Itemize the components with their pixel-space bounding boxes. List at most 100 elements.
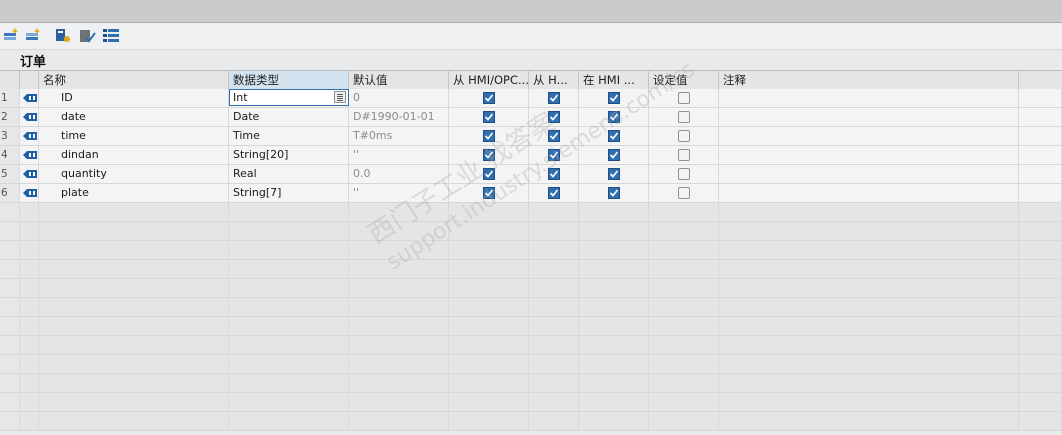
hmi-opc-checkbox[interactable] [483, 168, 495, 180]
datatype-editor[interactable]: Int [229, 89, 349, 106]
hmi-opc-checkbox[interactable] [483, 111, 495, 123]
filler-cell [1019, 127, 1062, 145]
name-cell[interactable]: dindan [39, 146, 229, 164]
from-h-cell [529, 127, 579, 145]
from-h-checkbox[interactable] [548, 168, 560, 180]
from-h-checkbox[interactable] [548, 92, 560, 104]
table-row[interactable]: 3 time Time T#0ms [0, 127, 1062, 146]
name-cell[interactable]: quantity [39, 165, 229, 183]
hmi-opc-checkbox[interactable] [483, 187, 495, 199]
name-cell[interactable]: ID [39, 89, 229, 107]
empty-row[interactable] [0, 241, 1062, 260]
default-cell[interactable]: 0.0 [349, 165, 449, 183]
name-cell[interactable]: date [39, 108, 229, 126]
empty-cell [529, 298, 579, 316]
header-name[interactable]: 名称 [39, 71, 229, 89]
table-row[interactable]: 6 plate String[7] '' [0, 184, 1062, 203]
expand-all-icon[interactable] [54, 27, 72, 45]
datatype-value: Int [233, 91, 248, 104]
from-h-checkbox[interactable] [548, 130, 560, 142]
empty-cell [719, 393, 1019, 411]
empty-row[interactable] [0, 374, 1062, 393]
empty-row[interactable] [0, 222, 1062, 241]
from-h-checkbox[interactable] [548, 111, 560, 123]
table-row[interactable]: 4 dindan String[20] '' [0, 146, 1062, 165]
list-dropdown-icon[interactable] [334, 91, 346, 103]
default-cell[interactable]: 0 [349, 89, 449, 107]
hmi-opc-cell [449, 146, 529, 164]
comment-cell[interactable] [719, 127, 1019, 145]
empty-cell [39, 393, 229, 411]
hmi-opc-checkbox[interactable] [483, 149, 495, 161]
add-row-icon[interactable] [24, 27, 42, 45]
empty-cell [349, 412, 449, 430]
empty-cell [39, 203, 229, 221]
setpoint-checkbox[interactable] [678, 111, 690, 123]
empty-cell [1019, 336, 1062, 354]
header-hmi-opc[interactable]: 从 HMI/OPC... [449, 71, 529, 89]
from-h-checkbox[interactable] [548, 149, 560, 161]
empty-row[interactable] [0, 279, 1062, 298]
name-cell[interactable]: time [39, 127, 229, 145]
setpoint-checkbox[interactable] [678, 187, 690, 199]
empty-cell [229, 298, 349, 316]
setpoint-checkbox[interactable] [678, 149, 690, 161]
name-cell[interactable]: plate [39, 184, 229, 202]
empty-cell [1019, 412, 1062, 430]
datatype-cell[interactable]: String[7] [229, 184, 349, 202]
tag-icon [23, 130, 37, 145]
datatype-cell[interactable]: Int [229, 89, 349, 107]
insert-row-icon[interactable] [2, 27, 20, 45]
setpoint-checkbox[interactable] [678, 130, 690, 142]
in-hmi-checkbox[interactable] [608, 168, 620, 180]
empty-cell [579, 374, 649, 392]
empty-cell [20, 336, 39, 354]
header-datatype[interactable]: 数据类型 [229, 71, 349, 89]
hmi-opc-checkbox[interactable] [483, 92, 495, 104]
empty-row[interactable] [0, 336, 1062, 355]
empty-row[interactable] [0, 393, 1062, 412]
header-comment[interactable]: 注释 [719, 71, 1019, 89]
empty-row[interactable] [0, 355, 1062, 374]
datatype-cell[interactable]: Time [229, 127, 349, 145]
in-hmi-checkbox[interactable] [608, 111, 620, 123]
default-cell[interactable]: '' [349, 146, 449, 164]
default-cell[interactable]: '' [349, 184, 449, 202]
comment-cell[interactable] [719, 184, 1019, 202]
in-hmi-checkbox[interactable] [608, 187, 620, 199]
check-icon[interactable] [78, 27, 96, 45]
detail-view-icon[interactable] [102, 27, 120, 45]
comment-cell[interactable] [719, 165, 1019, 183]
tag-icon [23, 168, 37, 183]
setpoint-checkbox[interactable] [678, 92, 690, 104]
datatype-cell[interactable]: Real [229, 165, 349, 183]
header-default[interactable]: 默认值 [349, 71, 449, 89]
default-cell[interactable]: T#0ms [349, 127, 449, 145]
table-row[interactable]: 2 date Date D#1990-01-01 [0, 108, 1062, 127]
datatype-cell[interactable]: String[20] [229, 146, 349, 164]
comment-cell[interactable] [719, 89, 1019, 107]
empty-row[interactable] [0, 260, 1062, 279]
header-in-hmi[interactable]: 在 HMI ... [579, 71, 649, 89]
in-hmi-checkbox[interactable] [608, 149, 620, 161]
comment-cell[interactable] [719, 108, 1019, 126]
table-row[interactable]: 1 ID Int 0 [0, 89, 1062, 108]
table-row[interactable]: 5 quantity Real 0.0 [0, 165, 1062, 184]
in-hmi-checkbox[interactable] [608, 130, 620, 142]
default-cell[interactable]: D#1990-01-01 [349, 108, 449, 126]
datatype-cell[interactable]: Date [229, 108, 349, 126]
empty-row[interactable] [0, 412, 1062, 431]
from-h-checkbox[interactable] [548, 187, 560, 199]
empty-cell [0, 317, 20, 335]
header-from-h[interactable]: 从 H... [529, 71, 579, 89]
empty-row[interactable] [0, 317, 1062, 336]
in-hmi-checkbox[interactable] [608, 92, 620, 104]
setpoint-checkbox[interactable] [678, 168, 690, 180]
comment-cell[interactable] [719, 146, 1019, 164]
header-setpoint[interactable]: 设定值 [649, 71, 719, 89]
empty-cell [20, 412, 39, 430]
empty-row[interactable] [0, 298, 1062, 317]
hmi-opc-checkbox[interactable] [483, 130, 495, 142]
empty-cell [0, 298, 20, 316]
empty-row[interactable] [0, 203, 1062, 222]
